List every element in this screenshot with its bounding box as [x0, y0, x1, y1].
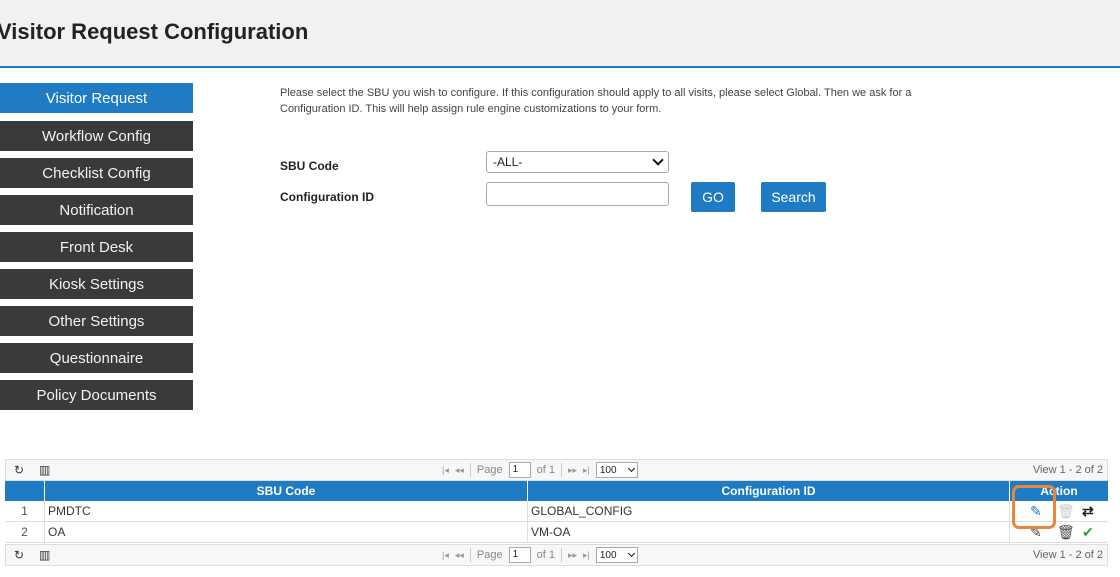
row-number: 2 — [5, 522, 45, 542]
row-number-header — [5, 481, 45, 501]
edit-icon[interactable]: ✎ — [1030, 524, 1042, 541]
first-page-icon[interactable]: |◂ — [442, 465, 449, 476]
go-button[interactable]: GO — [691, 182, 735, 212]
grid-header: SBU Code Configuration ID Action — [5, 481, 1108, 501]
columns-icon[interactable]: ▥ — [39, 463, 50, 477]
sbu-code-cell: OA — [45, 522, 528, 542]
prev-page-icon[interactable]: ◂◂ — [455, 550, 464, 561]
first-page-icon[interactable]: |◂ — [442, 550, 449, 561]
table-row[interactable]: 1 PMDTC GLOBAL_CONFIG ✎ 🗑 ⇄ — [5, 501, 1108, 522]
page-label: Page — [476, 549, 503, 561]
columns-icon[interactable]: ▥ — [39, 548, 50, 562]
last-page-icon[interactable]: ▸| — [583, 550, 590, 561]
delete-icon[interactable]: 🗑 — [1057, 524, 1075, 541]
search-button[interactable]: Search — [761, 182, 826, 212]
prev-page-icon[interactable]: ◂◂ — [455, 465, 464, 476]
page-header: Visitor Request Configuration — [0, 0, 1120, 68]
rows-per-page-select[interactable]: 100 — [595, 462, 638, 478]
refresh-icon[interactable]: ↻ — [14, 548, 24, 562]
page-input[interactable]: 1 — [508, 547, 531, 563]
view-records-text: View 1 - 2 of 2 — [1032, 464, 1103, 476]
action-cell: ✎ 🗑 ⇄ — [1010, 501, 1108, 521]
refresh-icon[interactable]: ↻ — [14, 463, 24, 477]
configuration-id-input[interactable] — [486, 182, 669, 206]
page-input[interactable]: 1 — [508, 462, 531, 478]
sbu-code-value: -ALL- — [493, 155, 523, 169]
page-of-label: of 1 — [536, 549, 555, 561]
sidebar-item-other-settings[interactable]: Other Settings — [0, 306, 193, 336]
sbu-code-label: SBU Code — [280, 159, 339, 173]
action-cell: ✎ 🗑 ✔ — [1010, 522, 1108, 542]
row-number: 1 — [5, 501, 45, 521]
pager-controls: |◂ ◂◂ Page 1 of 1 ▸▸ ▸| 100 — [442, 547, 638, 563]
grid-pager-top: ↻ ▥ |◂ ◂◂ Page 1 of 1 ▸▸ ▸| 100 View 1 -… — [5, 459, 1108, 481]
column-header-sbu-code[interactable]: SBU Code — [45, 481, 528, 501]
sidebar-item-notification[interactable]: Notification — [0, 195, 193, 225]
rows-per-page-value: 100 — [599, 549, 617, 561]
rows-per-page-select[interactable]: 100 — [595, 547, 638, 563]
pager-divider — [560, 463, 562, 477]
intro-line-1: Please select the SBU you wish to config… — [280, 87, 912, 99]
sidebar-item-front-desk[interactable]: Front Desk — [0, 232, 193, 262]
delete-icon[interactable]: 🗑 — [1057, 503, 1075, 520]
column-header-configuration-id[interactable]: Configuration ID — [528, 481, 1010, 501]
chevron-down-icon — [627, 549, 635, 558]
column-header-action: Action — [1040, 484, 1078, 498]
next-page-icon[interactable]: ▸▸ — [568, 465, 577, 476]
view-records-text: View 1 - 2 of 2 — [1032, 549, 1103, 561]
pager-divider — [469, 463, 471, 477]
page-of-label: of 1 — [536, 464, 555, 476]
intro-text: Please select the SBU you wish to config… — [280, 85, 960, 117]
sidebar-item-visitor-request[interactable]: Visitor Request — [0, 83, 193, 113]
sbu-code-cell: PMDTC — [45, 501, 528, 521]
grid-pager-bottom: ↻ ▥ |◂ ◂◂ Page 1 of 1 ▸▸ ▸| 100 View 1 -… — [5, 544, 1108, 566]
chevron-down-icon — [652, 154, 664, 166]
chevron-down-icon — [627, 464, 635, 473]
pager-divider — [469, 548, 471, 562]
page-label: Page — [476, 464, 503, 476]
table-row[interactable]: 2 OA VM-OA ✎ 🗑 ✔ — [5, 522, 1108, 543]
configuration-id-cell: VM-OA — [528, 522, 1010, 542]
edit-icon[interactable]: ✎ — [1030, 503, 1042, 520]
sidebar-item-checklist-config[interactable]: Checklist Config — [0, 158, 193, 188]
sync-icon[interactable]: ⇄ — [1082, 503, 1094, 520]
sidebar-item-kiosk-settings[interactable]: Kiosk Settings — [0, 269, 193, 299]
sidebar-item-workflow-config[interactable]: Workflow Config — [0, 121, 193, 151]
sidebar-item-policy-documents[interactable]: Policy Documents — [0, 380, 193, 410]
pager-divider — [560, 548, 562, 562]
sbu-code-select[interactable]: -ALL- — [486, 151, 669, 173]
check-circle-icon[interactable]: ✔ — [1082, 524, 1094, 541]
next-page-icon[interactable]: ▸▸ — [568, 550, 577, 561]
configuration-id-cell: GLOBAL_CONFIG — [528, 501, 1010, 521]
sidebar-item-questionnaire[interactable]: Questionnaire — [0, 343, 193, 373]
pager-controls: |◂ ◂◂ Page 1 of 1 ▸▸ ▸| 100 — [442, 462, 638, 478]
configuration-id-label: Configuration ID — [280, 190, 374, 204]
rows-per-page-value: 100 — [599, 464, 617, 476]
page-title: Visitor Request Configuration — [0, 19, 309, 44]
last-page-icon[interactable]: ▸| — [583, 465, 590, 476]
intro-line-2: Configuration ID. This will help assign … — [280, 103, 662, 115]
